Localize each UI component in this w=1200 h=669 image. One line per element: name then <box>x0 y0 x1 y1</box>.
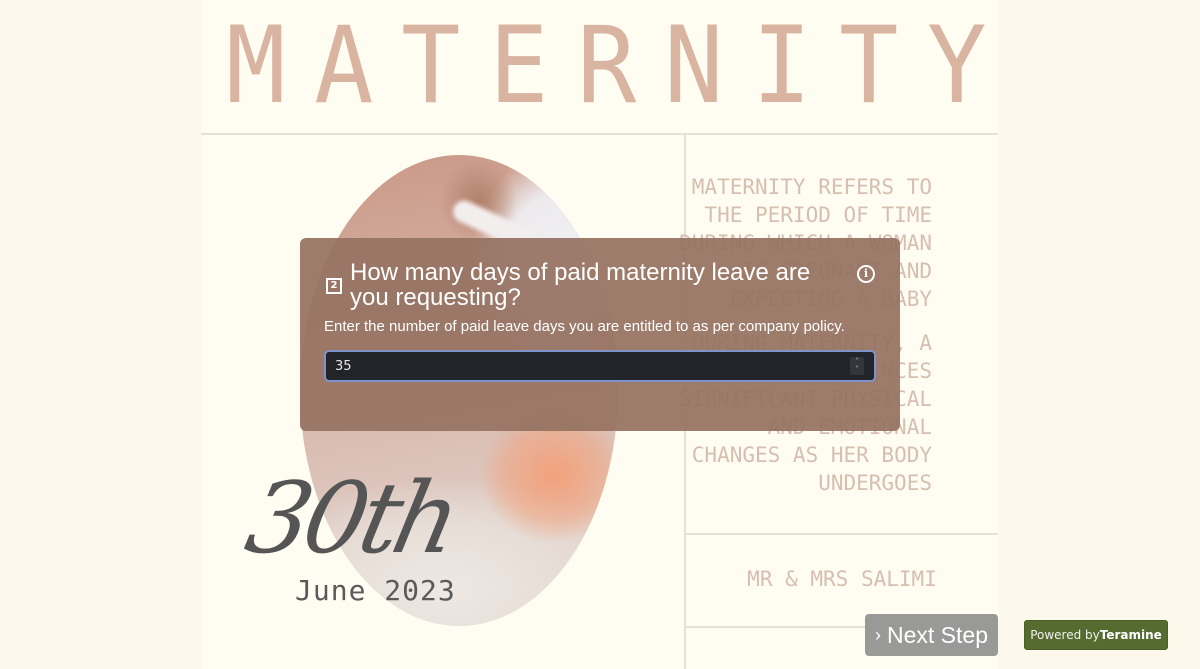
info-icon[interactable]: i <box>857 265 875 283</box>
poster-title: M A T E R N I T Y <box>201 13 998 119</box>
title-letter: T <box>839 4 899 128</box>
title-letter: A <box>313 4 374 128</box>
title-letter: I <box>751 4 812 128</box>
powered-by-prefix: Powered by <box>1030 628 1100 642</box>
title-letter: N <box>664 4 724 128</box>
question-text: How many days of paid maternity leave ar… <box>350 259 811 311</box>
date-day: 30th <box>236 462 465 576</box>
title-letter: E <box>488 4 549 128</box>
powered-by-badge[interactable]: Powered byTeramine <box>1024 620 1168 650</box>
divider-names-top <box>684 533 998 535</box>
question-description: Enter the number of paid leave days you … <box>324 318 845 335</box>
title-letter: R <box>576 4 636 128</box>
next-step-label: Next Step <box>887 622 988 648</box>
title-letter: Y <box>927 4 987 128</box>
couple-names: MR & MRS SALIMI <box>747 567 937 591</box>
question-number-icon: 2 <box>326 278 342 294</box>
chevron-right-icon: › <box>875 625 881 645</box>
leave-days-field[interactable]: ˄ ˅ <box>324 350 876 382</box>
powered-by-brand: Teramine <box>1099 628 1162 642</box>
question-card: 2 How many days of paid maternity leave … <box>300 238 900 431</box>
title-letter: T <box>401 4 461 128</box>
number-spinner[interactable]: ˄ ˅ <box>850 357 864 375</box>
title-letter: M <box>226 4 286 128</box>
spinner-down-icon[interactable]: ˅ <box>850 366 864 374</box>
date-month-year: June 2023 <box>295 574 456 607</box>
next-step-button[interactable]: › Next Step <box>865 614 998 656</box>
divider-top <box>201 133 998 135</box>
leave-days-input[interactable] <box>326 352 846 380</box>
